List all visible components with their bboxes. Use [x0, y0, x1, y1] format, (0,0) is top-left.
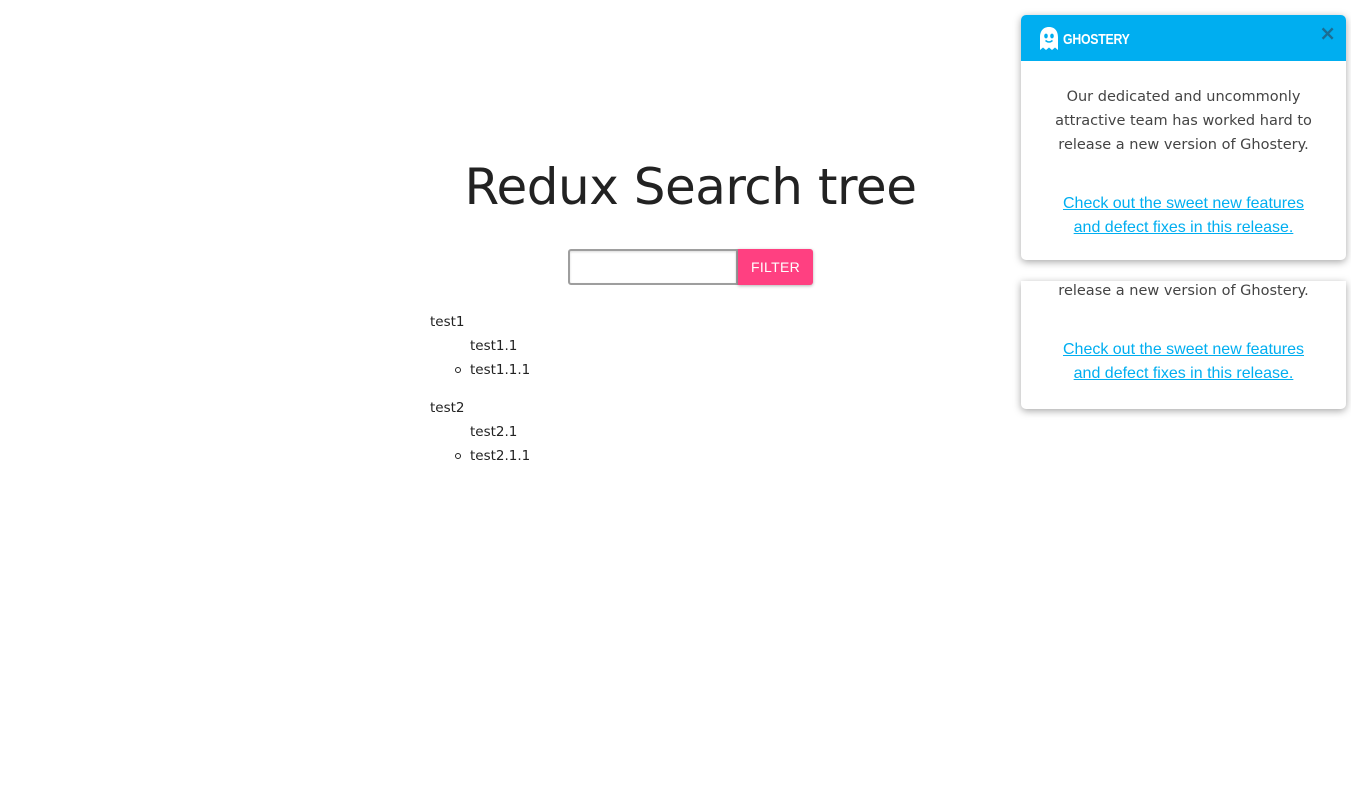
ghostery-popup: GHOSTERY × Our dedicated and uncommonly …: [1021, 15, 1346, 260]
close-icon[interactable]: ×: [1319, 21, 1336, 45]
tree-grandchild-item: test2.1.1: [455, 445, 531, 467]
ghostery-logo: GHOSTERY: [1037, 26, 1144, 52]
ghostery-release-link[interactable]: Check out the sweet new features and def…: [1021, 338, 1346, 386]
tree-grandchild-label: test2.1.1: [470, 448, 531, 464]
search-bar: FILTER: [568, 249, 813, 285]
tree-grandchild-item: test1.1.1: [455, 359, 531, 381]
ghostery-message: Our dedicated and uncommonly attractive …: [1055, 89, 1312, 153]
search-input[interactable]: [568, 249, 738, 285]
tree-node-label: test2: [430, 400, 465, 416]
ghost-icon: [1040, 27, 1058, 50]
ghostery-message: release a new version of Ghostery.: [1058, 283, 1309, 299]
tree-grandchild-label: test1.1.1: [470, 362, 531, 378]
ghostery-header: GHOSTERY ×: [1021, 15, 1346, 61]
tree-child-label: test1.1: [470, 338, 518, 354]
tree-node-label: test1: [430, 314, 465, 330]
circle-bullet-icon: [455, 453, 461, 459]
tree-child-label: test2.1: [470, 424, 518, 440]
filter-button[interactable]: FILTER: [738, 249, 813, 285]
ghostery-release-link[interactable]: Check out the sweet new features and def…: [1021, 192, 1346, 240]
circle-bullet-icon: [455, 367, 461, 373]
ghostery-popup-stacked: release a new version of Ghostery. Check…: [1021, 281, 1346, 409]
ghostery-brand-text: GHOSTERY: [1063, 30, 1130, 48]
